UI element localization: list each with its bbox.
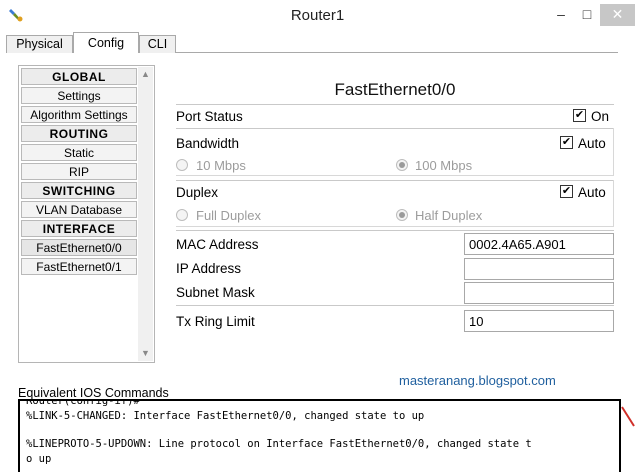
config-nav-panel: GLOBAL Settings Algorithm Settings ROUTI… [18, 65, 155, 363]
ios-line: o up [26, 453, 52, 465]
subnet-mask-field[interactable] [464, 282, 614, 304]
red-annotation-mark [621, 406, 635, 427]
ip-address-label: IP Address [176, 261, 242, 276]
nav-header-global: GLOBAL [21, 68, 137, 85]
tab-cli[interactable]: CLI [139, 35, 176, 53]
port-status-checkbox[interactable]: ✔ [573, 109, 586, 122]
nav-item-settings[interactable]: Settings [21, 87, 137, 104]
separator [176, 230, 614, 231]
separator [176, 305, 614, 306]
ios-commands-label: Equivalent IOS Commands [18, 386, 169, 400]
title-bar: Router1 – □ ✕ [0, 0, 635, 31]
nav-header-interface: INTERFACE [21, 220, 137, 237]
blog-watermark: masteranang.blogspot.com [399, 373, 556, 388]
ip-address-field[interactable] [464, 258, 614, 280]
port-status-label: Port Status [176, 109, 243, 124]
ios-line: %LINK-5-CHANGED: Interface FastEthernet0… [26, 410, 425, 422]
nav-header-routing: ROUTING [21, 125, 137, 142]
scroll-up-icon[interactable]: ▲ [138, 67, 153, 82]
bandwidth-group [176, 128, 614, 176]
nav-item-fastethernet0-1[interactable]: FastEthernet0/1 [21, 258, 137, 275]
nav-item-static[interactable]: Static [21, 144, 137, 161]
tab-physical[interactable]: Physical [6, 35, 73, 53]
tx-ring-limit-field[interactable]: 10 [464, 310, 614, 332]
nav-item-rip[interactable]: RIP [21, 163, 137, 180]
nav-item-fastethernet0-0[interactable]: FastEthernet0/0 [21, 239, 137, 256]
interface-title: FastEthernet0/0 [334, 80, 456, 99]
window-title: Router1 [290, 7, 345, 24]
ios-commands-console[interactable]: Router(config-if)# %LINK-5-CHANGED: Inte… [18, 399, 621, 472]
ios-line: Router(config-if)# [26, 399, 140, 407]
ios-line: %LINEPROTO-5-UPDOWN: Line protocol on In… [26, 438, 532, 450]
separator [176, 104, 614, 105]
mac-address-label: MAC Address [176, 237, 259, 252]
minimize-button[interactable]: – [548, 4, 574, 26]
nav-item-vlan-database[interactable]: VLAN Database [21, 201, 137, 218]
scroll-down-icon[interactable]: ▼ [138, 346, 153, 361]
nav-header-switching: SWITCHING [21, 182, 137, 199]
mac-address-field[interactable]: 0002.4A65.A901 [464, 233, 614, 255]
nav-item-algorithm-settings[interactable]: Algorithm Settings [21, 106, 137, 123]
port-status-on-label: On [591, 109, 610, 124]
nav-scrollbar[interactable]: ▲ ▼ [138, 67, 153, 361]
tx-ring-limit-label: Tx Ring Limit [176, 314, 255, 329]
maximize-button[interactable]: □ [574, 4, 600, 26]
close-button[interactable]: ✕ [600, 4, 635, 26]
tab-config[interactable]: Config [73, 32, 139, 53]
subnet-mask-label: Subnet Mask [176, 285, 255, 300]
duplex-group [176, 180, 614, 227]
